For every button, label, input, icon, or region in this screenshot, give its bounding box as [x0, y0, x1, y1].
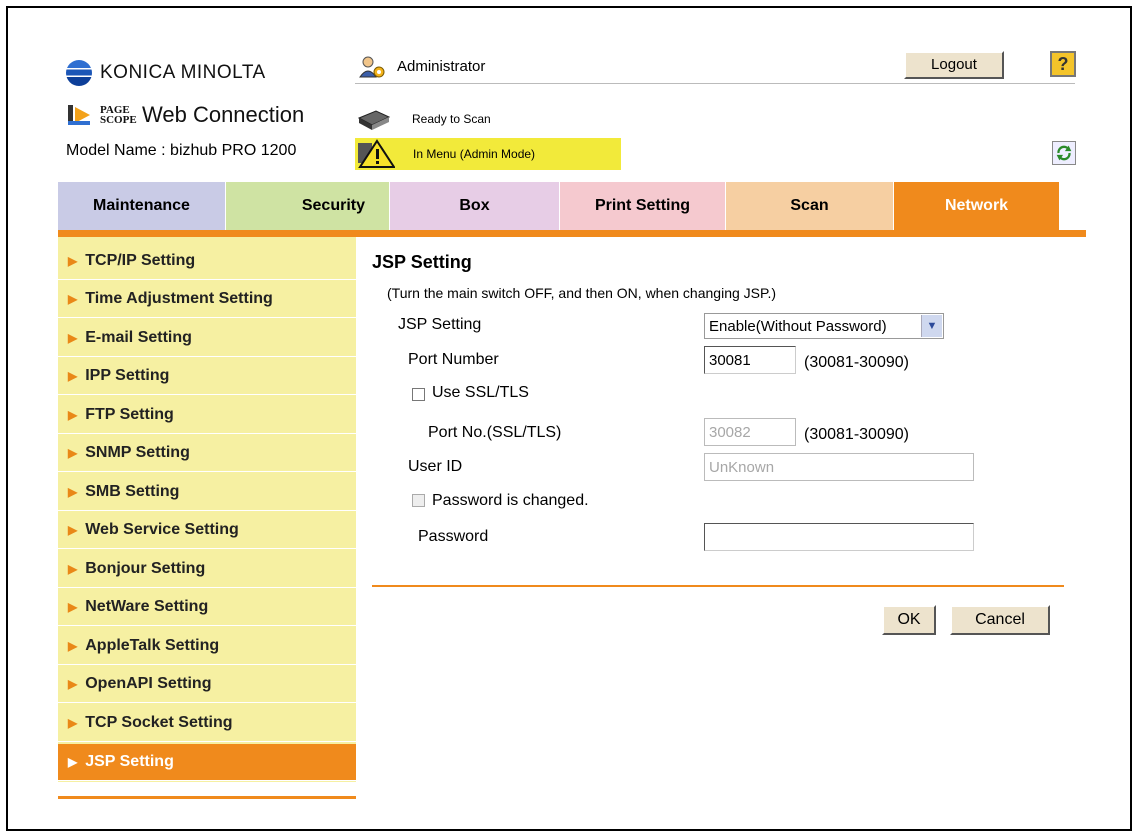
triangle-right-icon: ▶ [68, 599, 78, 614]
triangle-right-icon: ▶ [68, 253, 78, 268]
administrator-icon [359, 56, 385, 78]
sidebar-item-web-service[interactable]: ▶ Web Service Setting [58, 511, 356, 549]
scanner-icon [357, 110, 391, 130]
port-number-input[interactable] [704, 346, 796, 374]
sidebar-item-label: SMB Setting [85, 482, 180, 500]
port-ssl-input[interactable] [704, 418, 796, 446]
warning-icon [358, 139, 395, 168]
help-icon[interactable]: ? [1050, 51, 1076, 77]
sidebar-item-label: FTP Setting [85, 405, 174, 423]
jsp-setting-label: JSP Setting [398, 316, 482, 333]
tab-label: Box [459, 197, 490, 214]
tab-scan[interactable]: Scan [726, 182, 894, 230]
port-number-label: Port Number [408, 351, 499, 368]
sidebar-item-bonjour[interactable]: ▶ Bonjour Setting [58, 550, 356, 588]
sidebar-item-jsp[interactable]: ▶ JSP Setting [58, 744, 356, 781]
sidebar-item-ipp[interactable]: ▶ IPP Setting [58, 357, 356, 395]
product-logo: PAGE SCOPE Web Connection [66, 102, 304, 128]
port-ssl-label: Port No.(SSL/TLS) [428, 424, 562, 441]
status-ready: Ready to Scan [412, 112, 491, 126]
product-small-label: PAGE SCOPE [100, 104, 137, 126]
sidebar-item-smb[interactable]: ▶ SMB Setting [58, 473, 356, 511]
sidebar-item-tcpip[interactable]: ▶ TCP/IP Setting [58, 242, 356, 280]
sidebar-item-label: TCP Socket Setting [85, 713, 233, 731]
instruction-note: (Turn the main switch OFF, and then ON, … [387, 285, 777, 301]
sidebar-item-label: E-mail Setting [85, 328, 192, 346]
sidebar-item-label: SNMP Setting [85, 443, 190, 461]
port-number-range: (30081-30090) [804, 354, 909, 371]
triangle-right-icon: ▶ [68, 715, 78, 730]
triangle-right-icon: ▶ [68, 522, 78, 537]
logout-button[interactable]: Logout [904, 51, 1004, 79]
tab-label: Maintenance [93, 197, 190, 214]
triangle-right-icon: ▶ [68, 407, 78, 422]
triangle-right-icon: ▶ [68, 638, 78, 653]
jsp-setting-value: Enable(Without Password) [709, 317, 887, 335]
sidebar-bottom-rule [58, 796, 356, 799]
sidebar-item-snmp[interactable]: ▶ SNMP Setting [58, 434, 356, 472]
sidebar-item-time-adjustment[interactable]: ▶ Time Adjustment Setting [58, 280, 356, 318]
tab-label: Scan [790, 197, 829, 214]
sidebar-item-tcp-socket[interactable]: ▶ TCP Socket Setting [58, 704, 356, 742]
page-title: JSP Setting [372, 252, 472, 272]
brand-name: KONICA MINOLTA [100, 62, 266, 83]
model-name: Model Name : bizhub PRO 1200 [66, 142, 297, 159]
sidebar-item-label: IPP Setting [85, 366, 170, 384]
cancel-button[interactable]: Cancel [950, 605, 1050, 635]
jsp-setting-select[interactable]: Enable(Without Password) ▼ [704, 313, 944, 339]
use-ssl-checkbox[interactable] [412, 388, 425, 401]
sidebar-item-openapi[interactable]: ▶ OpenAPI Setting [58, 665, 356, 703]
sidebar-item-label: Web Service Setting [85, 520, 239, 538]
tab-print-setting[interactable]: Print Setting [560, 182, 726, 230]
triangle-right-icon: ▶ [68, 445, 78, 460]
sidebar-item-label: OpenAPI Setting [85, 674, 212, 692]
password-changed-label: Password is changed. [432, 492, 589, 509]
sidebar-item-email[interactable]: ▶ E-mail Setting [58, 319, 356, 357]
password-changed-checkbox[interactable] [412, 494, 425, 507]
tab-security[interactable]: Security [226, 182, 390, 230]
triangle-right-icon: ▶ [68, 755, 78, 769]
triangle-right-icon: ▶ [68, 484, 78, 499]
tab-underline [58, 230, 1086, 237]
use-ssl-label: Use SSL/TLS [432, 384, 529, 401]
tab-network[interactable]: Network [894, 182, 1060, 230]
sidebar-item-label: JSP Setting [85, 753, 174, 770]
tab-label: Print Setting [594, 197, 691, 214]
tab-maintenance[interactable]: Maintenance [58, 182, 226, 230]
user-id-label: User ID [408, 458, 463, 475]
sidebar-item-label: NetWare Setting [85, 597, 209, 615]
ok-button[interactable]: OK [882, 605, 936, 635]
sidebar-item-appletalk[interactable]: ▶ AppleTalk Setting [58, 627, 356, 665]
sidebar-item-netware[interactable]: ▶ NetWare Setting [58, 588, 356, 626]
tab-label: Security [301, 197, 365, 214]
pagescope-icon [68, 105, 90, 125]
tab-label: Network [944, 197, 1009, 214]
status-warning-text: In Menu (Admin Mode) [413, 147, 536, 161]
product-name: Web Connection [142, 102, 305, 127]
user-name: Administrator [397, 58, 486, 75]
triangle-right-icon: ▶ [68, 368, 78, 383]
brand-logo: KONICA MINOLTA [66, 60, 266, 86]
sidebar-item-label: AppleTalk Setting [85, 636, 220, 654]
triangle-right-icon: ▶ [68, 330, 78, 345]
tab-box[interactable]: Box [390, 182, 560, 230]
user-id-input[interactable] [704, 453, 974, 481]
password-label: Password [418, 528, 489, 545]
sidebar-item-label: Bonjour Setting [85, 559, 206, 577]
konica-minolta-logo-icon [66, 60, 92, 86]
port-ssl-range: (30081-30090) [804, 426, 909, 443]
triangle-right-icon: ▶ [68, 291, 78, 306]
password-input[interactable] [704, 523, 974, 551]
refresh-icon[interactable] [1052, 141, 1076, 165]
triangle-right-icon: ▶ [68, 561, 78, 576]
triangle-right-icon: ▶ [68, 676, 78, 691]
sidebar-item-label: TCP/IP Setting [85, 251, 196, 269]
chevron-down-icon[interactable]: ▼ [921, 315, 942, 337]
content-divider [372, 585, 1064, 587]
sidebar-item-label: Time Adjustment Setting [85, 289, 273, 307]
sidebar-item-ftp[interactable]: ▶ FTP Setting [58, 396, 356, 434]
